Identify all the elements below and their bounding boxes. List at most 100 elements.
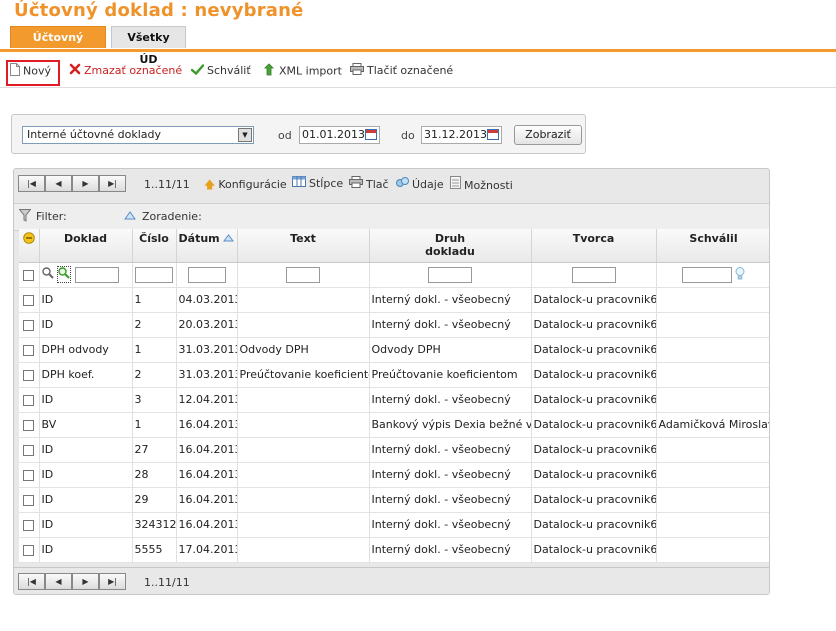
column-header-druh-dokladu[interactable]: Druh dokladu [369,229,532,263]
cell-tvorca: Datalock-u pracovnik604 [531,512,657,538]
filter-tvorca-input[interactable] [571,266,616,283]
table-row[interactable]: ID 2 20.03.2013 Interný dokl. - všeobecný Da… [19,312,769,338]
filter-label: Filter: [36,210,67,223]
calendar-icon[interactable] [487,129,499,140]
grid-print-button[interactable]: Tlač [349,176,389,191]
document-type-select[interactable]: Interné účtovné doklady ▼ [22,126,254,144]
row-checkbox[interactable] [23,394,35,406]
filter-druh-cell [369,262,532,288]
magnifier-icon[interactable] [41,267,54,282]
cell-druh: Interný dokl. - všeobecný [369,312,532,338]
tab-vsetky-ud[interactable]: Všetky ÚD [111,26,186,66]
row-select-cell [19,487,40,513]
tab-uctovny-doklad[interactable]: Účtovný doklad [10,26,106,66]
column-header-doklad[interactable]: Doklad [39,229,133,263]
table-row[interactable]: ID 29 16.04.2013 Interný dokl. - všeobecný D… [19,487,769,513]
documents-table-wrap: Doklad Číslo Dátum Text Druh dokladu Tvo… [19,229,769,563]
cell-cislo: 29 [132,487,177,513]
table-row[interactable]: BV 1 16.04.2013 Bankový výpis Dexia bežné v… [19,412,769,438]
row-checkbox[interactable] [23,319,35,331]
filter-doklad-input[interactable] [74,266,119,283]
columns-button[interactable]: Stĺpce [292,176,343,190]
arrow-up-icon: 🡅 [204,178,216,191]
to-date-field[interactable]: 31.12.2013 [421,126,502,144]
cell-doklad: ID [39,437,133,463]
cell-doklad: ID [39,312,133,338]
chevron-down-icon[interactable]: ▼ [238,128,252,142]
column-header-schvalil[interactable]: Schválil [656,229,769,263]
row-checkbox[interactable] [23,519,35,531]
options-button[interactable]: Možnosti [450,176,513,192]
row-checkbox[interactable] [23,294,35,306]
cell-tvorca: Datalock-u pracovnik604 [531,412,657,438]
table-row[interactable]: ID 324312 16.04.2013 Interný dokl. - všeobe… [19,512,769,538]
table-row[interactable]: DPH odvody 1 31.03.2013 Odvody DPH Odvody DP… [19,337,769,363]
column-header-datum[interactable]: Dátum [176,229,238,263]
lightbulb-icon[interactable] [735,266,745,283]
last-page-button[interactable]: ▶| [99,573,126,590]
cell-tvorca: Datalock-u pracovnik604 [531,337,657,363]
cell-doklad: DPH odvody [39,337,133,363]
row-checkbox[interactable] [23,544,35,556]
calendar-icon[interactable] [365,129,377,140]
filter-schvalil-input[interactable] [681,266,732,283]
column-header-text[interactable]: Text [237,229,370,263]
table-row[interactable]: ID 3 12.04.2013 Interný dokl. - všeobecný Da… [19,387,769,413]
show-button[interactable]: Zobraziť [514,125,582,145]
filter-datum-input[interactable] [187,266,226,283]
select-all-header[interactable] [19,229,40,263]
select-all-checkbox[interactable] [23,269,35,281]
column-header-tvorca[interactable]: Tvorca [531,229,657,263]
cell-schvalil [656,312,769,338]
next-page-button[interactable]: ▶ [72,573,99,590]
column-header-cislo[interactable]: Číslo [132,229,177,263]
first-page-button[interactable]: |◀ [18,175,45,192]
row-select-cell [19,362,40,388]
row-checkbox[interactable] [23,344,35,356]
status-circle-icon [22,232,35,247]
documents-table: Doklad Číslo Dátum Text Druh dokladu Tvo… [19,229,769,563]
row-checkbox[interactable] [23,419,35,431]
table-row[interactable]: ID 27 16.04.2013 Interný dokl. - všeobecný D… [19,437,769,463]
prev-page-button[interactable]: ◀ [45,175,72,192]
zoom-icon[interactable] [57,266,71,283]
delete-selected-button[interactable]: Zmazať označené [69,63,182,79]
row-select-cell [19,387,40,413]
row-checkbox[interactable] [23,444,35,456]
filter-select-all-cell [19,262,40,288]
cell-doklad: ID [39,387,133,413]
cell-doklad: DPH koef. [39,362,133,388]
filter-druh-input[interactable] [428,266,472,283]
filter-cislo-input[interactable] [135,266,173,283]
next-page-button[interactable]: ▶ [72,175,99,192]
prev-page-button[interactable]: ◀ [45,573,72,590]
configurations-button[interactable]: 🡅 Konfigurácie [204,176,287,195]
xml-import-button[interactable]: XML import [264,63,342,79]
cell-datum: 16.04.2013 [176,462,238,488]
options-label: Možnosti [464,179,513,192]
table-row[interactable]: ID 5555 17.04.2013 Interný dokl. - všeobecn… [19,537,769,563]
data-button[interactable]: Údaje [396,176,444,191]
row-checkbox[interactable] [23,469,35,481]
to-date-value: 31.12.2013 [424,128,487,141]
grid-print-label: Tlač [366,178,389,191]
grid-pager-top: |◀ ◀ ▶ ▶| [18,175,128,194]
first-page-button[interactable]: |◀ [18,573,45,590]
table-row[interactable]: DPH koef. 2 31.03.2013 Preúčtovanie koefici… [19,362,769,388]
new-button[interactable]: Nový [10,63,51,79]
last-page-button[interactable]: ▶| [99,175,126,192]
document-icon [10,63,20,80]
from-date-field[interactable]: 01.01.2013 [299,126,380,144]
printer-icon [349,176,363,191]
filter-text-input[interactable] [286,266,320,283]
print-selected-button[interactable]: Tlačiť označené [350,63,453,79]
cell-datum: 31.03.2013 [176,362,238,388]
column-filter-row [19,262,769,288]
table-row[interactable]: ID 28 16.04.2013 Interný dokl. - všeobecný D… [19,462,769,488]
row-checkbox[interactable] [23,369,35,381]
cell-datum: 16.04.2013 [176,487,238,513]
row-checkbox[interactable] [23,494,35,506]
filter-text-cell [237,262,370,288]
approve-button[interactable]: Schváliť [190,63,251,79]
table-row[interactable]: ID 1 04.03.2013 Interný dokl. - všeobecný Da… [19,287,769,313]
